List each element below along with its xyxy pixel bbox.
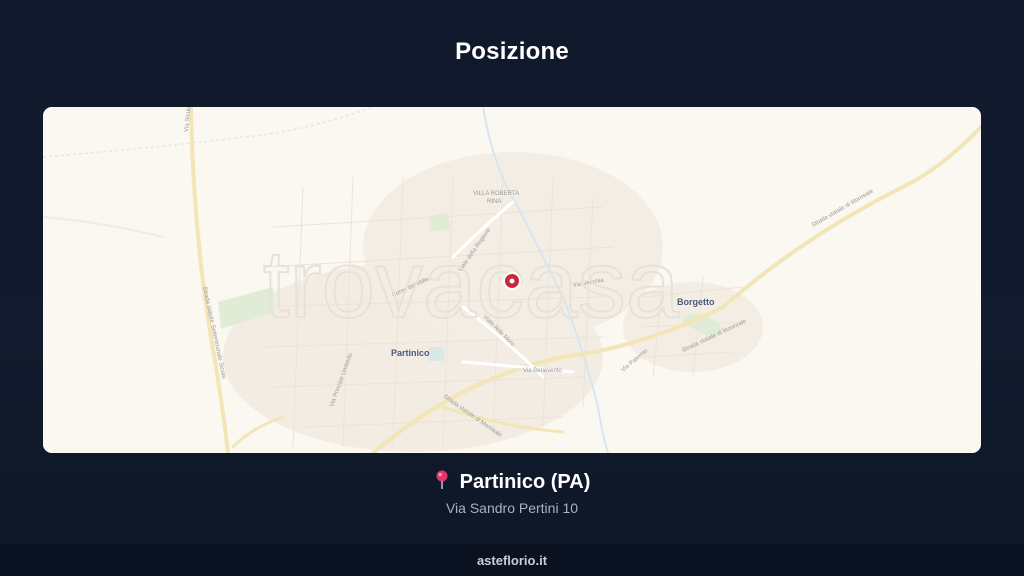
town-label-borgetto: Borgetto <box>677 297 715 307</box>
svg-text:Via Benevento: Via Benevento <box>523 368 563 374</box>
map-pin-icon[interactable] <box>503 272 521 290</box>
svg-text:VILLA ROBERTA: VILLA ROBERTA <box>473 191 519 197</box>
location-city: Partinico (PA) <box>459 471 591 493</box>
town-label-partinico: Partinico <box>391 348 430 358</box>
map-view[interactable]: Strada statale Settentrionale Sicula Via… <box>43 107 981 453</box>
footer-site-link[interactable]: asteflorio.it <box>477 553 547 568</box>
location-line: Partinico (PA) <box>0 470 1024 495</box>
footer: asteflorio.it <box>0 544 1024 576</box>
pushpin-icon <box>434 470 450 495</box>
page-title: Posizione <box>455 38 569 65</box>
location-address: Via Sandro Pertini 10 <box>445 500 579 516</box>
svg-text:RINA: RINA <box>487 199 501 205</box>
map-watermark: trovacasa <box>263 231 680 338</box>
page: Posizione Strada statale Settentrionale … <box>0 0 1024 576</box>
